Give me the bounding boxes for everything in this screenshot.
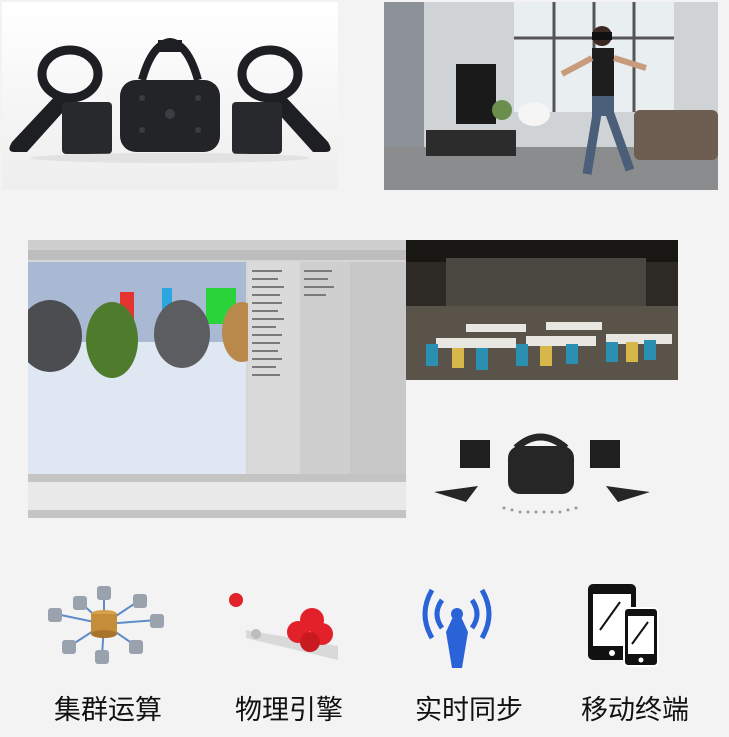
vr-living-room-photo bbox=[384, 2, 718, 190]
vive-headset-photo bbox=[2, 2, 338, 190]
realtime-sync-icon bbox=[418, 586, 496, 670]
vive-halftone-image bbox=[424, 426, 660, 526]
feature-label-physics-engine: 物理引擎 bbox=[235, 695, 343, 726]
unity-editor-screenshot bbox=[28, 240, 406, 518]
mobile-terminal-icon bbox=[588, 584, 660, 668]
physics-engine-icon bbox=[226, 590, 344, 666]
feature-label-mobile-terminal: 移动终端 bbox=[581, 695, 689, 726]
dining-room-render bbox=[406, 240, 678, 380]
cluster-computing-icon bbox=[40, 586, 170, 666]
feature-label-cluster-computing: 集群运算 bbox=[54, 695, 162, 726]
feature-label-realtime-sync: 实时同步 bbox=[415, 695, 523, 726]
